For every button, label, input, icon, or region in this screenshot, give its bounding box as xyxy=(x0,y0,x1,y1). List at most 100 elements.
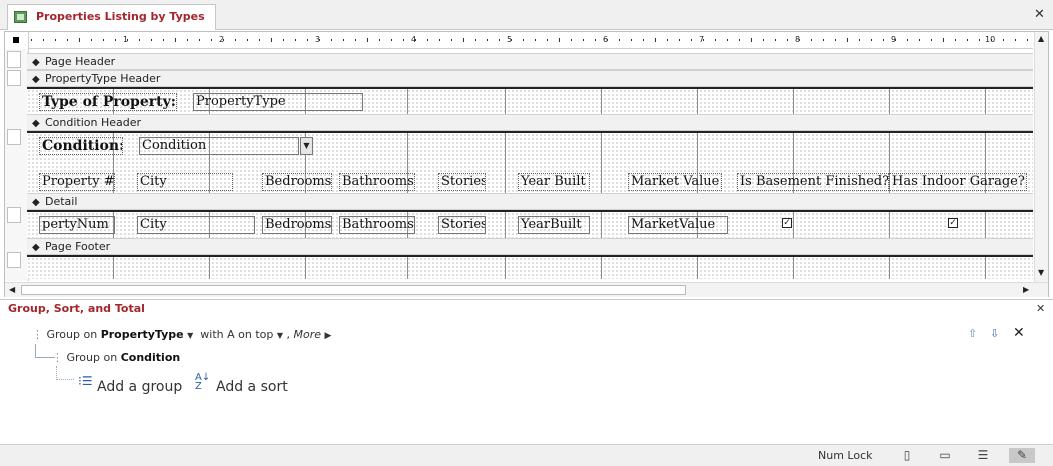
scroll-up-icon[interactable]: ▲ xyxy=(1038,34,1044,43)
ruler-tick xyxy=(799,39,800,41)
section-selector[interactable] xyxy=(7,252,21,268)
col-property-label[interactable]: Property # xyxy=(39,173,115,191)
garage-checkbox[interactable]: ✓ xyxy=(948,218,958,228)
horizontal-scrollbar[interactable]: ◀ ▶ xyxy=(5,282,1048,297)
close-document-icon[interactable]: ✕ xyxy=(1034,7,1045,22)
ruler-tick xyxy=(91,39,92,41)
print-preview-icon[interactable]: ▭ xyxy=(936,448,954,463)
ruler-tick xyxy=(223,39,224,41)
ruler-tick xyxy=(871,39,872,41)
col-stories-label[interactable]: Stories xyxy=(438,173,486,191)
col-yearbuilt-label[interactable]: Year Built xyxy=(518,173,590,191)
condition-combo[interactable]: Condition xyxy=(139,137,299,155)
delete-icon[interactable]: ✕ xyxy=(1013,325,1025,341)
ruler-tick xyxy=(259,39,260,41)
condition-label[interactable]: Condition: xyxy=(39,137,123,155)
layout-view-icon[interactable]: ☰ xyxy=(974,448,992,463)
ruler-tick xyxy=(103,39,104,41)
more-arrow-icon[interactable]: ▶ xyxy=(325,331,332,341)
group-field-select[interactable]: PropertyType xyxy=(101,328,184,341)
ruler-tick xyxy=(163,39,164,41)
add-group-button[interactable]: Add a group xyxy=(97,379,182,395)
scroll-down-icon[interactable]: ▼ xyxy=(1038,268,1044,277)
ruler-tick xyxy=(79,38,80,42)
yearbuilt-field[interactable]: YearBuilt xyxy=(518,216,590,234)
ruler-tick xyxy=(391,39,392,41)
ruler-tick xyxy=(511,39,512,41)
ruler-tick xyxy=(859,39,860,41)
scroll-left-icon[interactable]: ◀ xyxy=(9,285,15,294)
scroll-thumb[interactable] xyxy=(21,285,686,295)
stories-field[interactable]: Stories xyxy=(438,216,486,234)
drag-handle-icon[interactable]: ⋮ xyxy=(52,351,63,364)
ruler-tick xyxy=(475,39,476,41)
city-field[interactable]: City xyxy=(137,216,255,234)
tab-properties-listing[interactable]: Properties Listing by Types xyxy=(7,4,216,30)
bedrooms-field[interactable]: Bedrooms xyxy=(262,216,332,234)
section-selector[interactable] xyxy=(7,207,21,223)
basement-checkbox[interactable]: ✓ xyxy=(782,218,792,228)
num-lock-indicator: Num Lock xyxy=(818,449,873,462)
section-page-header[interactable]: ◆ Page Header xyxy=(27,53,1033,70)
section-selector[interactable] xyxy=(7,51,21,68)
document-tab-bar: Properties Listing by Types ✕ xyxy=(0,0,1053,30)
report-view-icon[interactable]: ▯ xyxy=(898,448,916,463)
ruler-tick xyxy=(151,39,152,41)
ruler-tick xyxy=(283,39,284,41)
ruler-tick xyxy=(427,39,428,41)
ruler-tick xyxy=(523,39,524,41)
ruler-tick xyxy=(691,39,692,41)
marketvalue-field[interactable]: MarketValue xyxy=(628,216,728,234)
design-view-icon[interactable]: ✎ xyxy=(1009,448,1035,463)
section-page-footer[interactable]: ◆ Page Footer xyxy=(27,238,1033,255)
chevron-down-icon[interactable]: ▼ xyxy=(300,137,313,155)
section-label: Page Footer xyxy=(45,240,111,253)
section-arrow-icon: ◆ xyxy=(32,242,40,253)
move-up-icon[interactable]: ⇧ xyxy=(968,327,977,340)
add-sort-button[interactable]: Add a sort xyxy=(216,379,288,395)
ruler-tick xyxy=(115,39,116,41)
col-basement-label[interactable]: Is Basement Finished? xyxy=(737,173,889,191)
ruler-tick xyxy=(811,39,812,41)
ruler-tick xyxy=(439,39,440,41)
report-designer: 1 2 3 4 5 6 7 8 9 10 ◆ Page Header ◆ Pro… xyxy=(4,31,1049,297)
section-selector[interactable] xyxy=(7,129,21,145)
col-garage-label[interactable]: Has Indoor Garage? xyxy=(889,173,1027,191)
close-panel-icon[interactable]: ✕ xyxy=(1036,302,1045,315)
ruler-tick xyxy=(451,39,452,41)
group-row-condition[interactable]: ⋮ Group on Condition xyxy=(52,351,180,364)
section-selector[interactable] xyxy=(7,70,21,86)
move-down-icon[interactable]: ⇩ xyxy=(990,327,999,340)
ruler-tick xyxy=(607,39,608,41)
more-link[interactable]: More xyxy=(294,328,322,341)
section-detail[interactable]: ◆ Detail xyxy=(27,193,1033,210)
ruler-tick xyxy=(415,39,416,41)
section-condition-header[interactable]: ◆ Condition Header xyxy=(27,114,1033,131)
ruler-corner[interactable] xyxy=(5,32,29,49)
status-bar: Num Lock ▯ ▭ ☰ ✎ xyxy=(0,444,1053,466)
col-city-label[interactable]: City xyxy=(137,173,233,191)
ruler-tick xyxy=(139,39,140,41)
chevron-down-icon[interactable]: ▼ xyxy=(277,331,283,340)
col-bathrooms-label[interactable]: Bathrooms xyxy=(339,173,415,191)
vertical-scrollbar[interactable]: ▲ ▼ xyxy=(1034,32,1048,282)
type-of-property-label[interactable]: Type of Property: xyxy=(39,93,177,111)
scroll-right-icon[interactable]: ▶ xyxy=(1023,285,1029,294)
add-group-icon[interactable]: ⁝☰ xyxy=(78,374,93,388)
section-propertytype-header[interactable]: ◆ PropertyType Header xyxy=(27,70,1033,87)
group-field-select[interactable]: Condition xyxy=(121,351,181,364)
group-row-propertytype[interactable]: ⋮ Group on PropertyType ▼ with A on top … xyxy=(32,328,331,341)
col-bedrooms-label[interactable]: Bedrooms xyxy=(262,173,332,191)
add-sort-icon[interactable]: A↓ Z xyxy=(195,373,210,392)
propertytype-field[interactable]: PropertyType xyxy=(193,93,363,111)
section-arrow-icon: ◆ xyxy=(32,118,40,129)
bathrooms-field[interactable]: Bathrooms xyxy=(339,216,415,234)
ruler-tick xyxy=(715,39,716,41)
col-marketvalue-label[interactable]: Market Value xyxy=(628,173,722,191)
section-arrow-icon: ◆ xyxy=(32,74,40,85)
chevron-down-icon[interactable]: ▼ xyxy=(187,331,193,340)
drag-handle-icon[interactable]: ⋮ xyxy=(32,328,43,341)
sort-order-select[interactable]: with A on top xyxy=(200,328,273,341)
property-number-field[interactable]: pertyNum xyxy=(39,216,115,234)
ruler-tick xyxy=(379,39,380,41)
